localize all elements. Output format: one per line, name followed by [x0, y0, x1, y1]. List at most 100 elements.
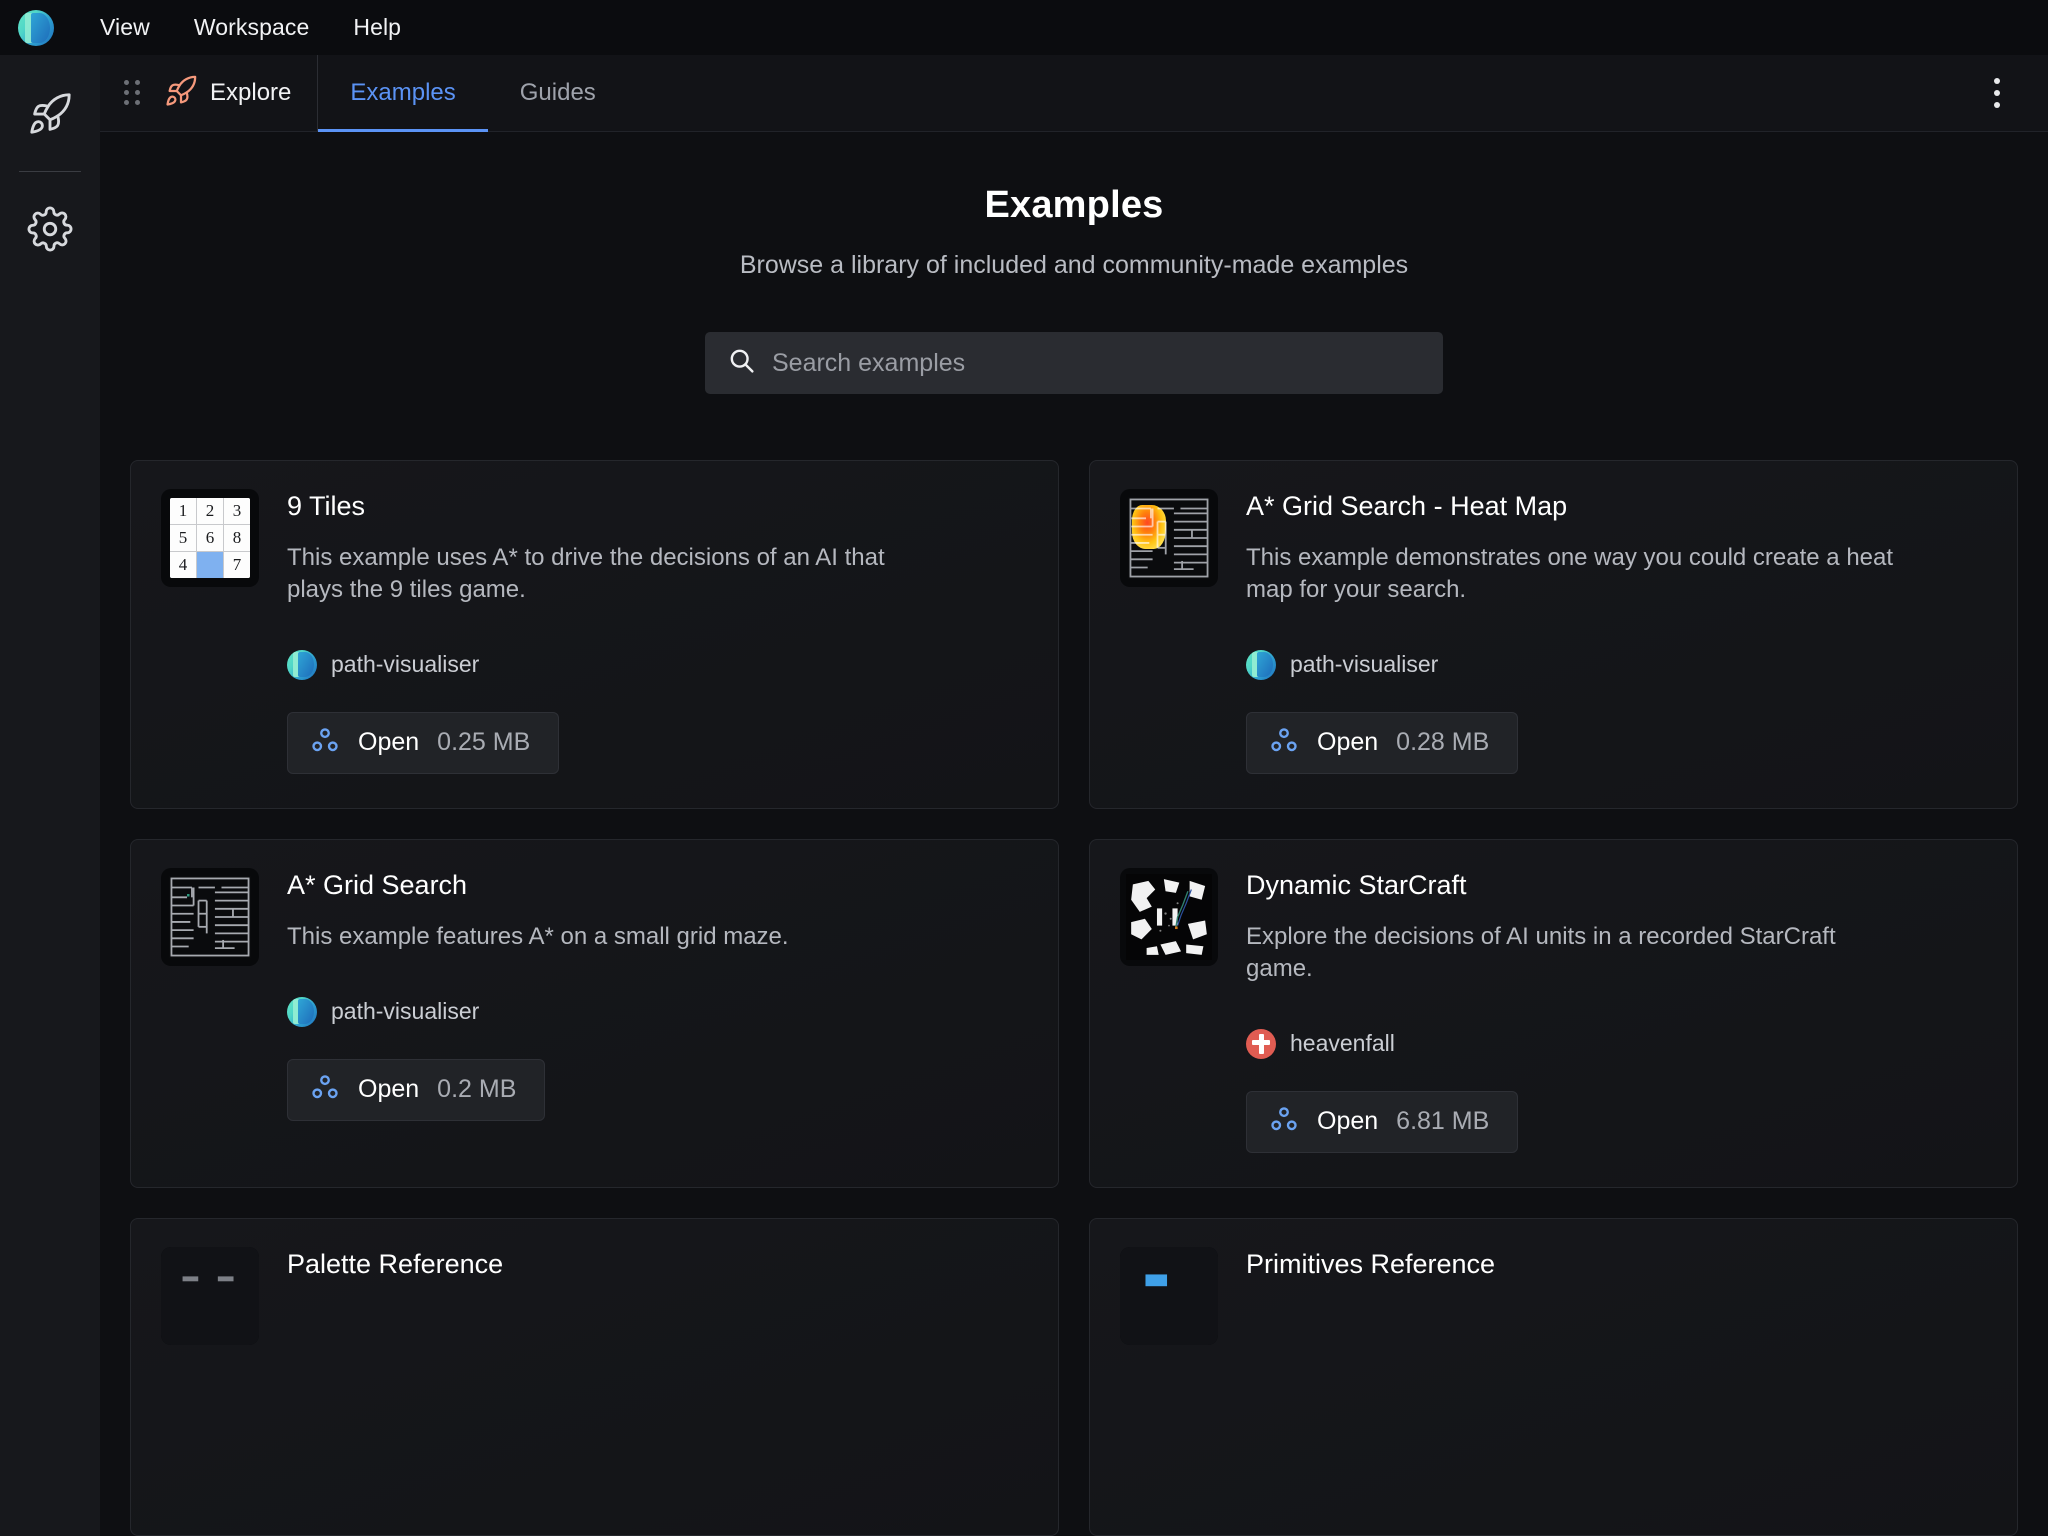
- author-name: path-visualiser: [331, 998, 480, 1025]
- drag-dots-icon[interactable]: [124, 80, 142, 106]
- example-card[interactable]: A* Grid Search This example features A* …: [130, 838, 1059, 1188]
- tile: 6: [197, 525, 223, 551]
- menu-item-workspace[interactable]: Workspace: [178, 8, 326, 47]
- open-button[interactable]: Open 0.25 MB: [287, 711, 560, 774]
- three-circles-icon: [1269, 1104, 1299, 1139]
- tile: 3: [224, 498, 250, 524]
- three-circles-icon: [310, 1072, 340, 1107]
- card-body: 9 Tiles This example uses A* to drive th…: [287, 489, 1028, 774]
- three-circles-icon: [310, 725, 340, 760]
- card-body: Primitives Reference: [1246, 1247, 1987, 1501]
- three-circles-icon: [1269, 725, 1299, 760]
- left-rail: [0, 55, 100, 1536]
- app-menu-bar: View Workspace Help: [0, 0, 2048, 55]
- page-subtitle: Browse a library of included and communi…: [739, 251, 1409, 279]
- open-label: Open: [358, 728, 420, 757]
- open-button[interactable]: Open 0.28 MB: [1246, 711, 1519, 774]
- example-card[interactable]: Primitives Reference: [1089, 1217, 2018, 1536]
- avatar: [1246, 1028, 1276, 1059]
- example-card[interactable]: Dynamic StarCraft Explore the decisions …: [1089, 838, 2018, 1188]
- examples-page: Examples Browse a library of included an…: [100, 132, 2048, 1536]
- open-button[interactable]: Open 0.2 MB: [287, 1058, 546, 1121]
- rail-item-explore[interactable]: [19, 83, 81, 145]
- tile: 1: [170, 498, 196, 524]
- card-description: This example features A* on a small grid…: [287, 922, 789, 950]
- card-title: Palette Reference: [287, 1248, 504, 1279]
- example-card[interactable]: 1 2 3 5 6 8 4 7 9 Tiles This example use…: [130, 460, 1059, 809]
- rocket-icon: [27, 91, 73, 137]
- starcraft-map-thumbnail-icon: [1120, 867, 1218, 966]
- examples-grid: 1 2 3 5 6 8 4 7 9 Tiles This example use…: [130, 460, 2018, 1536]
- card-author: heavenfall: [1246, 1028, 1987, 1059]
- card-title: Dynamic StarCraft: [1246, 869, 1467, 900]
- card-author: path-visualiser: [287, 649, 1028, 680]
- rail-item-settings[interactable]: [19, 198, 81, 260]
- menu-item-view[interactable]: View: [84, 8, 166, 47]
- grid-maze-thumbnail-icon: [161, 867, 259, 966]
- card-title: 9 Tiles: [287, 491, 366, 521]
- tab-examples[interactable]: Examples: [318, 55, 489, 132]
- explore-tab-group[interactable]: Explore: [164, 55, 319, 131]
- open-button[interactable]: Open 6.81 MB: [1246, 1090, 1519, 1153]
- author-name: path-visualiser: [331, 651, 480, 678]
- avatar: [287, 649, 317, 680]
- tab-strip: Explore Examples Guides: [100, 55, 2048, 132]
- menu-item-help[interactable]: Help: [337, 8, 417, 47]
- card-description: This example uses A* to drive the decisi…: [287, 544, 885, 603]
- palette-art: [161, 1246, 259, 1345]
- tab-guides-label: Guides: [519, 79, 596, 106]
- maze-art: [169, 875, 251, 958]
- palette-reference-thumbnail-icon: [161, 1246, 259, 1345]
- open-size: 6.81 MB: [1396, 1107, 1490, 1136]
- search-row: [100, 332, 2048, 394]
- example-card[interactable]: A* Grid Search - Heat Map This example d…: [1089, 460, 2018, 809]
- heat-blob: [1132, 505, 1166, 549]
- open-size: 0.28 MB: [1396, 728, 1490, 757]
- card-title: A* Grid Search - Heat Map: [1246, 491, 1568, 521]
- explore-label: Explore: [210, 79, 292, 106]
- page-title: Examples: [984, 184, 1164, 226]
- open-size: 0.25 MB: [437, 728, 531, 757]
- grid-maze-heatmap-thumbnail-icon: [1120, 489, 1218, 587]
- card-title: A* Grid Search: [287, 869, 468, 900]
- author-name: heavenfall: [1290, 1030, 1395, 1057]
- search-input[interactable]: [772, 348, 1421, 378]
- primitives-reference-thumbnail-icon: [1120, 1246, 1218, 1345]
- open-label: Open: [1317, 728, 1379, 757]
- kebab-menu-icon[interactable]: [1980, 72, 2014, 114]
- card-author: path-visualiser: [1246, 649, 1987, 680]
- search-box[interactable]: [705, 332, 1443, 394]
- logo-leaf-dark: [31, 12, 50, 43]
- tile: 4: [170, 552, 196, 578]
- starcraft-art: [1126, 873, 1212, 960]
- tab-guides[interactable]: Guides: [488, 55, 628, 131]
- tile: 5: [170, 525, 196, 551]
- open-label: Open: [358, 1075, 420, 1104]
- rocket-icon: [164, 74, 198, 113]
- example-card[interactable]: Palette Reference: [130, 1217, 1059, 1536]
- tile: 7: [224, 552, 250, 578]
- primitives-art: [1120, 1246, 1218, 1345]
- card-author: path-visualiser: [287, 996, 1028, 1027]
- card-body: A* Grid Search - Heat Map This example d…: [1246, 489, 1987, 774]
- card-body: A* Grid Search This example features A* …: [287, 868, 1028, 1153]
- card-body: Palette Reference: [287, 1247, 1028, 1501]
- tile: 2: [197, 498, 223, 524]
- tile-blank: [197, 552, 223, 578]
- avatar: [287, 996, 317, 1027]
- tab-examples-label: Examples: [350, 79, 456, 106]
- open-label: Open: [1317, 1107, 1379, 1136]
- card-description: This example demonstrates one way you co…: [1246, 544, 1894, 603]
- tiles-grid: 1 2 3 5 6 8 4 7: [170, 498, 250, 578]
- app-logo-icon[interactable]: [18, 9, 54, 46]
- card-title: Primitives Reference: [1246, 1248, 1496, 1279]
- avatar: [1246, 649, 1276, 680]
- rail-divider: [19, 171, 81, 172]
- open-size: 0.2 MB: [437, 1075, 517, 1104]
- search-icon: [727, 346, 756, 380]
- tile: 8: [224, 525, 250, 551]
- author-name: path-visualiser: [1290, 651, 1439, 678]
- gear-icon: [27, 206, 73, 252]
- card-description: Explore the decisions of AI units in a r…: [1246, 922, 1836, 982]
- nine-tiles-thumbnail-icon: 1 2 3 5 6 8 4 7: [161, 489, 259, 587]
